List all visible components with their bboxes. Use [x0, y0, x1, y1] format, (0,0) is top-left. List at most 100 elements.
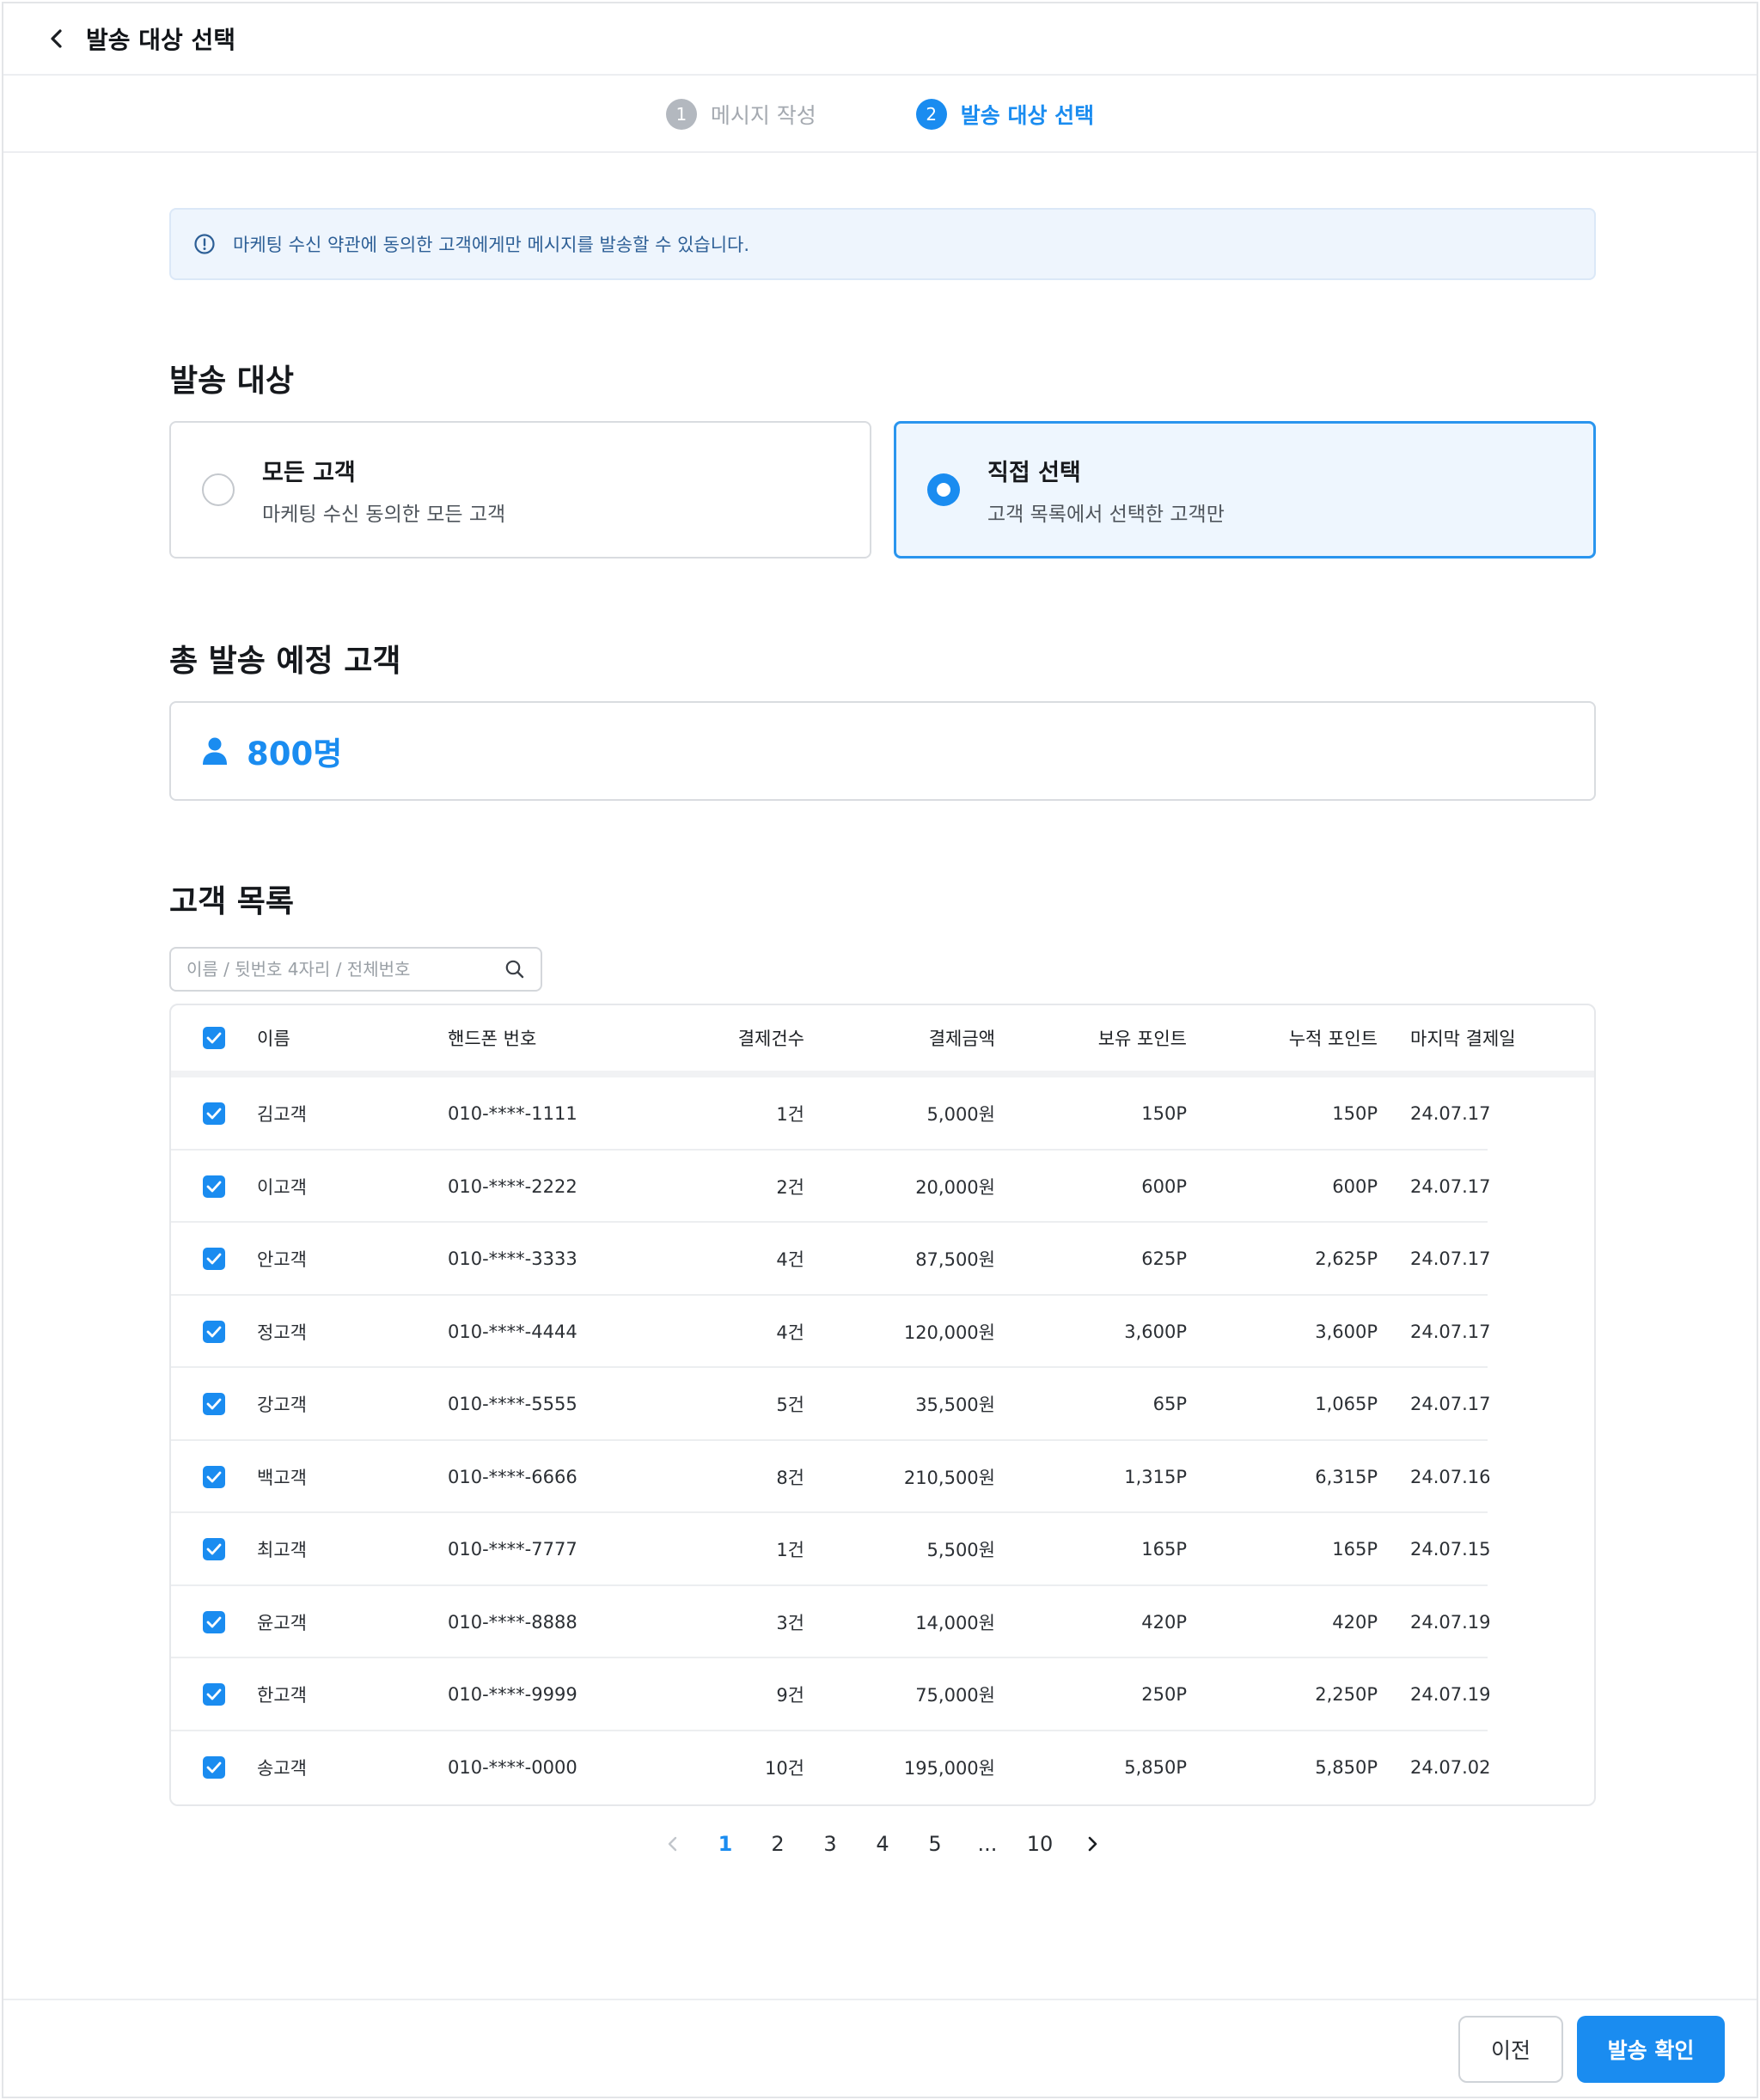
row-checkbox[interactable] — [203, 1755, 225, 1779]
row-checkbox-cell — [171, 1465, 257, 1488]
row-checkbox[interactable] — [203, 1102, 225, 1126]
cell-phone: 010-****-4444 — [448, 1321, 578, 1342]
chevron-left-icon — [51, 29, 62, 48]
search-input[interactable] — [186, 959, 504, 980]
row-checkbox[interactable] — [203, 1393, 225, 1416]
cell-hold: 1,315P — [1124, 1466, 1187, 1487]
row-checkbox-cell — [171, 1393, 257, 1416]
row-checkbox-cell — [171, 1248, 257, 1271]
search-icon[interactable] — [504, 959, 525, 980]
cell-count: 8건 — [776, 1467, 804, 1488]
cell-count: 4건 — [776, 1322, 804, 1343]
cell-hold: 600P — [1141, 1175, 1187, 1197]
cell-count: 1건 — [776, 1104, 804, 1126]
step-label: 메시지 작성 — [710, 103, 816, 128]
cell-acc: 2,625P — [1315, 1248, 1378, 1270]
radio-selected[interactable] — [927, 473, 960, 506]
total-count-value: 800명 — [247, 736, 343, 772]
cell-acc: 2,250P — [1315, 1684, 1378, 1706]
page-button[interactable]: 1 — [700, 1832, 752, 1856]
stepper: 1 메시지 작성 2 발송 대상 선택 — [3, 77, 1757, 153]
table-row[interactable]: 이고객 010-****-2222 2건 20,000원 600P 600P 24.07.1… — [171, 1151, 1594, 1224]
column-header-count[interactable]: 결제건수 — [680, 1025, 804, 1051]
row-checkbox-cell — [171, 1102, 257, 1126]
row-checkbox[interactable] — [203, 1248, 225, 1271]
cell-name: 송고객 — [257, 1757, 307, 1779]
cell-acc: 6,315P — [1315, 1466, 1378, 1487]
cell-date: 24.07.16 — [1410, 1466, 1491, 1487]
page-button[interactable]: 3 — [804, 1832, 857, 1856]
cell-amount: 195,000원 — [903, 1757, 995, 1779]
table-row[interactable]: 한고객 010-****-9999 9건 75,000원 250P 2,250P 24.07… — [171, 1658, 1594, 1731]
cell-date: 24.07.17 — [1410, 1321, 1491, 1342]
page-button[interactable]: 2 — [752, 1832, 804, 1856]
cell-acc: 420P — [1332, 1611, 1378, 1633]
option-direct-select[interactable]: 직접 선택 고객 목록에서 선택한 고객만 — [894, 421, 1596, 559]
row-checkbox[interactable] — [203, 1538, 225, 1561]
select-all-checkbox[interactable] — [203, 1027, 225, 1049]
table-row[interactable]: 강고객 010-****-5555 5건 35,500원 65P 1,065P 24.07.… — [171, 1368, 1594, 1441]
cell-phone: 010-****-0000 — [448, 1756, 578, 1778]
cell-hold: 420P — [1141, 1611, 1187, 1633]
cell-date: 24.07.17 — [1410, 1394, 1491, 1415]
main-content: 마케팅 수신 약관에 동의한 고객에게만 메시지를 발송할 수 있습니다. 발송… — [169, 208, 1596, 1856]
cell-phone: 010-****-8888 — [448, 1611, 578, 1633]
option-title: 직접 선택 — [987, 459, 1081, 486]
chevron-right-icon — [1088, 1836, 1097, 1852]
page-numbers: 1 2 3 4 5... 10 — [700, 1832, 1066, 1856]
column-header-name[interactable]: 이름 — [257, 1025, 448, 1051]
cell-amount: 20,000원 — [915, 1176, 995, 1198]
cell-name: 안고객 — [257, 1249, 307, 1271]
total-count-box: 800명 — [169, 701, 1596, 801]
table-row[interactable]: 송고객 010-****-0000 10건 195,000원 5,850P 5,850P 2… — [171, 1731, 1594, 1804]
table-row[interactable]: 정고객 010-****-4444 4건 120,000원 3,600P 3,600P 24… — [171, 1296, 1594, 1369]
step-number: 1 — [665, 99, 697, 130]
next-page-button[interactable] — [1066, 1835, 1119, 1853]
column-header-last-date[interactable]: 마지막 결제일 — [1378, 1025, 1516, 1051]
page-button[interactable]: 10 — [1014, 1832, 1066, 1856]
column-header-acc-points[interactable]: 누적 포인트 — [1187, 1025, 1378, 1051]
table-row[interactable]: 김고객 010-****-1111 1건 5,000원 150P 150P 24.07.17 — [171, 1077, 1594, 1151]
cell-amount: 14,000원 — [915, 1612, 995, 1633]
app-window: 발송 대상 선택 1 메시지 작성 2 발송 대상 선택 마케팅 수신 약관에 … — [2, 2, 1758, 2098]
page-button[interactable]: 4 — [857, 1832, 909, 1856]
target-options: 모든 고객 마케팅 수신 동의한 모든 고객 직접 선택 고객 목록에서 선택한… — [169, 421, 1596, 559]
cell-amount: 87,500원 — [915, 1249, 995, 1271]
column-header-amount[interactable]: 결제금액 — [804, 1025, 995, 1051]
table-row[interactable]: 백고객 010-****-6666 8건 210,500원 1,315P 6,315P 24… — [171, 1441, 1594, 1514]
total-section-title: 총 발송 예정 고객 — [169, 644, 401, 679]
radio-unselected[interactable] — [202, 473, 235, 506]
prev-page-button[interactable] — [647, 1835, 700, 1853]
table-row[interactable]: 안고객 010-****-3333 4건 87,500원 625P 2,625P 24.07… — [171, 1223, 1594, 1296]
check-icon — [206, 1398, 222, 1410]
row-checkbox-cell — [171, 1538, 257, 1561]
cell-acc: 3,600P — [1315, 1321, 1378, 1342]
cell-count: 3건 — [776, 1612, 804, 1633]
send-confirm-button[interactable]: 발송 확인 — [1577, 2016, 1725, 2083]
table-row[interactable]: 윤고객 010-****-8888 3건 14,000원 420P 420P 24.07.1… — [171, 1586, 1594, 1659]
cell-hold: 250P — [1141, 1684, 1187, 1706]
cell-name: 이고객 — [257, 1176, 307, 1198]
option-all-customers[interactable]: 모든 고객 마케팅 수신 동의한 모든 고객 — [169, 421, 871, 559]
option-title: 모든 고객 — [262, 459, 356, 486]
check-icon — [206, 1471, 222, 1483]
page-button[interactable]: 5 — [909, 1832, 962, 1856]
notice-text: 마케팅 수신 약관에 동의한 고객에게만 메시지를 발송할 수 있습니다. — [233, 235, 750, 255]
column-header-phone[interactable]: 핸드폰 번호 — [448, 1025, 680, 1051]
table-row[interactable]: 최고객 010-****-7777 1건 5,500원 165P 165P 24.07.15 — [171, 1513, 1594, 1586]
cell-hold: 5,850P — [1124, 1756, 1187, 1778]
row-checkbox[interactable] — [203, 1175, 225, 1198]
option-desc: 고객 목록에서 선택한 고객만 — [987, 503, 1225, 526]
column-header-hold-points[interactable]: 보유 포인트 — [995, 1025, 1187, 1051]
check-icon — [206, 1761, 222, 1773]
row-checkbox[interactable] — [203, 1465, 225, 1488]
row-checkbox[interactable] — [203, 1683, 225, 1706]
cell-count: 5건 — [776, 1395, 804, 1416]
cell-count: 2건 — [776, 1176, 804, 1198]
back-button[interactable] — [45, 27, 69, 51]
row-checkbox[interactable] — [203, 1610, 225, 1633]
cell-count: 9건 — [776, 1685, 804, 1706]
prev-button[interactable]: 이전 — [1458, 2016, 1563, 2083]
cell-count: 1건 — [776, 1540, 804, 1561]
row-checkbox[interactable] — [203, 1320, 225, 1343]
